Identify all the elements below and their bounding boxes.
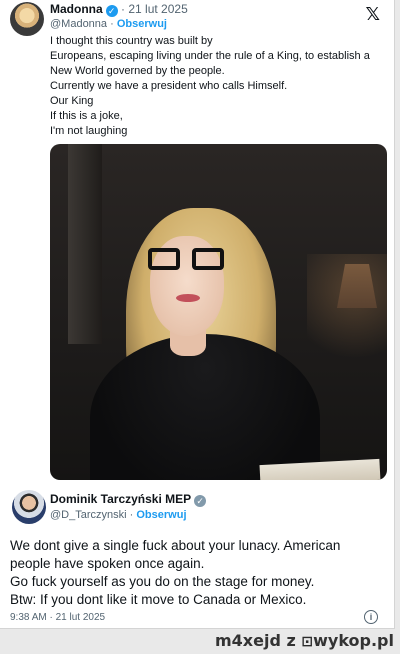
quoted-handle-row: @Madonna · Obserwuj bbox=[50, 18, 167, 30]
quoted-author-row: Madonna ✓ · 21 lut 2025 bbox=[50, 2, 188, 17]
reply-author-row: Dominik Tarczyński MEP ✓ bbox=[50, 492, 207, 507]
verified-badge-icon: ✓ bbox=[105, 5, 118, 17]
tarczynski-avatar[interactable] bbox=[12, 490, 46, 524]
quoted-tweet-text: I thought this country was built by Euro… bbox=[50, 34, 380, 139]
quoted-date[interactable]: 21 lut 2025 bbox=[128, 2, 187, 16]
quoted-author-name[interactable]: Madonna bbox=[50, 2, 103, 16]
wykop-logo-icon: ⊡ bbox=[301, 634, 314, 650]
tweet-line: I'm not laughing bbox=[50, 125, 128, 137]
follow-button[interactable]: Obserwuj bbox=[136, 509, 186, 521]
tweet-line: Currently we have a president who calls … bbox=[50, 80, 288, 92]
reply-timestamp[interactable]: 9:38 AM · 21 lut 2025 bbox=[10, 612, 105, 623]
tweet-line: I thought this country was built by bbox=[50, 35, 213, 47]
watermark-user: m4xejd bbox=[214, 631, 281, 650]
separator-dot: · bbox=[110, 18, 117, 30]
photo-lips bbox=[176, 294, 200, 302]
reply-handle-row: @D_Tarczynski · Obserwuj bbox=[50, 509, 187, 521]
quoted-handle[interactable]: @Madonna bbox=[50, 18, 107, 30]
reply-tweet-text: We dont give a single fuck about your lu… bbox=[10, 537, 390, 609]
tweet-line: Our King bbox=[50, 95, 94, 107]
reply-author-name[interactable]: Dominik Tarczyński MEP bbox=[50, 492, 191, 506]
photo-glasses bbox=[148, 248, 224, 270]
watermark-separator: z bbox=[286, 631, 296, 650]
tweet-photo[interactable] bbox=[50, 144, 387, 480]
tweet-card: Madonna ✓ · 21 lut 2025 @Madonna · Obserw… bbox=[0, 0, 395, 629]
tweet-line: people have spoken once again. bbox=[10, 556, 205, 571]
tweet-line: We dont give a single fuck about your lu… bbox=[10, 538, 341, 553]
tweet-line: Go fuck yourself as you do on the stage … bbox=[10, 574, 315, 589]
verified-badge-icon: ✓ bbox=[194, 495, 207, 507]
tweet-line: Europeans, escaping living under the rul… bbox=[50, 50, 370, 62]
quoted-tweet[interactable]: Madonna ✓ · 21 lut 2025 @Madonna · Obserw… bbox=[0, 0, 394, 484]
info-icon[interactable]: i bbox=[364, 610, 378, 624]
tweet-line: Btw: If you dont like it move to Canada … bbox=[10, 592, 307, 607]
follow-button[interactable]: Obserwuj bbox=[117, 18, 167, 30]
watermark-site: wykop.pl bbox=[313, 631, 394, 650]
x-logo-icon[interactable]: 𝕏 bbox=[365, 4, 380, 25]
photo-body bbox=[90, 334, 320, 480]
photo-background-curtain bbox=[68, 144, 102, 344]
tweet-line: If this is a joke, bbox=[50, 110, 123, 122]
tweet-line: New World governed by the people. bbox=[50, 65, 225, 77]
reply-handle[interactable]: @D_Tarczynski bbox=[50, 509, 127, 521]
madonna-avatar[interactable] bbox=[10, 2, 44, 36]
wykop-watermark: m4xejd z ⊡wykop.pl bbox=[215, 631, 394, 650]
